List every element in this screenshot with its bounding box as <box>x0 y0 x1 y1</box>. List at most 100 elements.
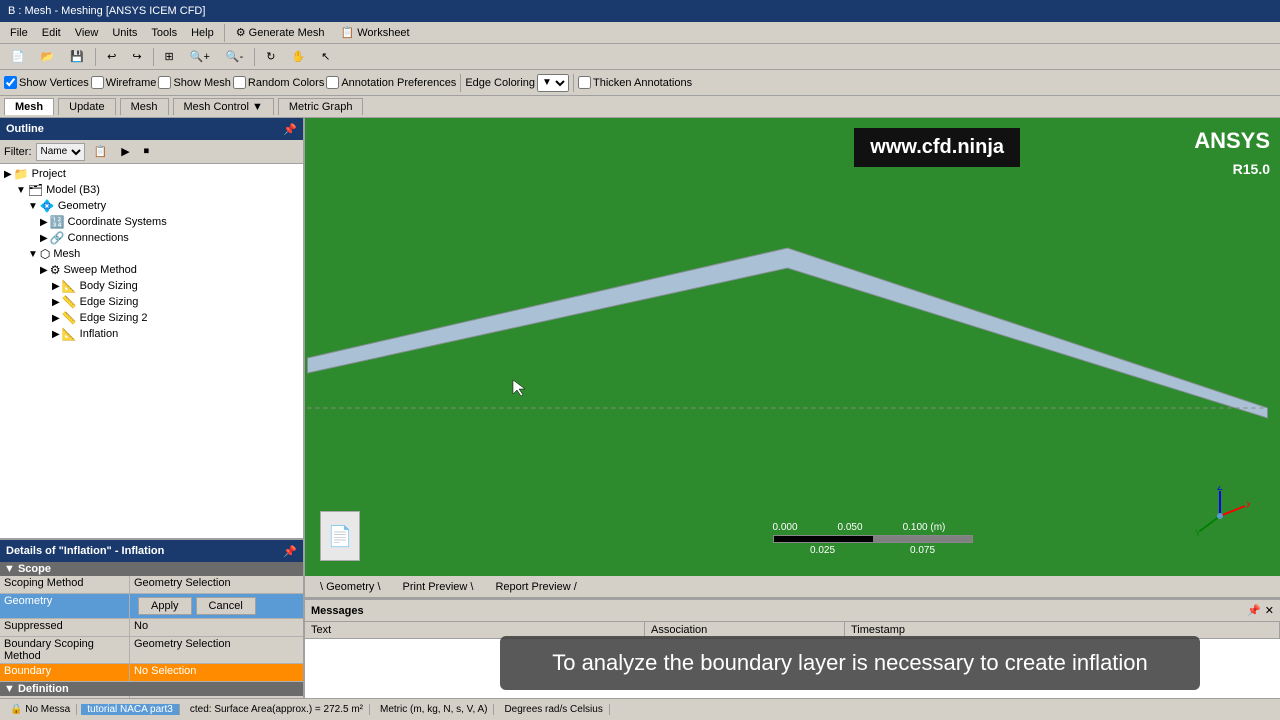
thicken-checkbox[interactable] <box>578 76 591 89</box>
scoping-method-row: Scoping Method Geometry Selection <box>0 576 303 594</box>
zoom-out-button[interactable]: 🔍- <box>219 47 250 66</box>
menu-help[interactable]: Help <box>185 25 220 41</box>
filter-btn2[interactable]: ▶ <box>116 143 134 160</box>
tab-mesh[interactable]: Mesh <box>4 98 54 115</box>
apply-button[interactable]: Apply <box>138 597 192 615</box>
sep3 <box>254 48 255 66</box>
scale-mid-1: 0.025 <box>810 545 835 556</box>
status-tutorial: tutorial NACA part3 <box>81 704 180 715</box>
save-button[interactable]: 💾 <box>63 47 91 66</box>
generate-mesh-button[interactable]: ⚙ Generate Mesh <box>229 23 332 42</box>
annotation-prefs-checkbox[interactable] <box>326 76 339 89</box>
body-sizing-icon: 📐 <box>62 279 77 293</box>
new-button[interactable]: 📄 <box>4 47 32 66</box>
scale-bar <box>773 535 973 543</box>
tree-item-body-sizing[interactable]: ▶ 📐 Body Sizing <box>0 278 303 294</box>
tree-item-coord[interactable]: ▶ 🔢 Coordinate Systems <box>0 214 303 230</box>
tree-item-connections[interactable]: ▶ 🔗 Connections <box>0 230 303 246</box>
filter-btn3[interactable]: ⏹ <box>139 143 155 160</box>
model-label: Model (B3) <box>46 184 100 196</box>
status-units: Degrees rad/s Celsius <box>498 704 609 715</box>
filter-select[interactable]: Name <box>36 143 85 161</box>
tree-item-mesh[interactable]: ▼ ⬡ Mesh <box>0 246 303 262</box>
status-no-message: 🔒 No Messa <box>4 704 77 715</box>
redo-button[interactable]: ↪ <box>125 47 148 66</box>
sep1 <box>95 48 96 66</box>
toolbar-row-1: 📄 📂 💾 ↩ ↪ ⊞ 🔍+ 🔍- ↻ ✋ ↖ <box>0 44 1280 70</box>
messages-pin[interactable]: 📌 <box>1247 604 1261 617</box>
boundary-label: Boundary <box>0 664 130 681</box>
filter-btn1[interactable]: 📋 <box>89 143 113 160</box>
geometry-expand-icon: ▼ <box>28 201 38 212</box>
scale-val-3: 0.100 (m) <box>903 522 946 533</box>
pan-button[interactable]: ✋ <box>284 47 312 66</box>
menu-view[interactable]: View <box>69 25 105 41</box>
sweep-method-icon: ⚙ <box>50 263 61 277</box>
boundary-row: Boundary No Selection <box>0 664 303 682</box>
title-bar: B : Mesh - Meshing [ANSYS ICEM CFD] <box>0 0 1280 22</box>
right-area: www.cfd.ninja ANSYSR15.0 0.000 0.050 <box>305 118 1280 698</box>
tab-mesh-control[interactable]: Mesh Control ▼ <box>173 98 274 115</box>
edge-coloring-select[interactable]: ▼ <box>537 74 569 92</box>
axis-indicator: X Y Z <box>1190 486 1250 546</box>
tab-metric-graph[interactable]: Metric Graph <box>278 98 364 115</box>
show-mesh-checkbox[interactable] <box>158 76 171 89</box>
tree-item-inflation[interactable]: ▶ 📐 Inflation <box>0 326 303 342</box>
tree-item-model[interactable]: ▼ 🗂 Model (B3) <box>0 182 303 198</box>
mesh-expand-icon: ▼ <box>28 249 38 260</box>
zoom-in-button[interactable]: 🔍+ <box>183 47 217 66</box>
boundary-scoping-value: Geometry Selection <box>130 637 303 663</box>
sep4 <box>460 74 461 92</box>
open-button[interactable]: 📂 <box>34 47 62 66</box>
rotate-button[interactable]: ↻ <box>259 47 282 66</box>
edge-sizing2-label: Edge Sizing 2 <box>80 312 148 324</box>
caption: To analyze the boundary layer is necessa… <box>500 636 1200 690</box>
cancel-button[interactable]: Cancel <box>196 597 256 615</box>
outline-header: Outline 📌 <box>0 118 303 140</box>
show-mesh-label: Show Mesh <box>173 77 230 89</box>
edge-coloring-label: Edge Coloring <box>465 77 535 89</box>
wireframe-checkbox[interactable] <box>91 76 104 89</box>
tree-item-sweep[interactable]: ▶ ⚙ Sweep Method <box>0 262 303 278</box>
suppressed-label: Suppressed <box>0 619 130 636</box>
x-axis-label: X <box>1246 500 1250 510</box>
project-expand-icon: ▶ <box>4 169 12 180</box>
show-vertices-checkbox[interactable] <box>4 76 17 89</box>
definition-section-header: ▼ Definition <box>0 682 303 696</box>
details-header: Details of "Inflation" - Inflation 📌 <box>0 540 303 562</box>
menu-edit[interactable]: Edit <box>36 25 67 41</box>
tree-item-project[interactable]: ▶ 📁 Project <box>0 166 303 182</box>
messages-close[interactable]: ✕ <box>1265 604 1274 617</box>
outline-tree: ▶ 📁 Project ▼ 🗂 Model (B3) ▼ 💠 Geometry <box>0 164 303 538</box>
model-icon: 🗂 <box>28 183 43 197</box>
outline-pin[interactable]: 📌 <box>283 123 297 136</box>
inflation-option-label: Inflation Option <box>0 696 130 698</box>
tab-mesh-ctrl[interactable]: Mesh <box>120 98 169 115</box>
select-button[interactable]: ↖ <box>314 47 337 66</box>
viewport[interactable]: www.cfd.ninja ANSYSR15.0 0.000 0.050 <box>305 118 1280 576</box>
airfoil-shape <box>308 248 1268 418</box>
tree-item-geometry[interactable]: ▼ 💠 Geometry <box>0 198 303 214</box>
zoom-fit-button[interactable]: ⊞ <box>158 47 181 66</box>
messages-controls: 📌 ✕ <box>1247 604 1274 617</box>
random-colors-label: Random Colors <box>248 77 324 89</box>
menu-tools[interactable]: Tools <box>145 25 183 41</box>
tree-item-edge-sizing[interactable]: ▶ 📏 Edge Sizing <box>0 294 303 310</box>
title-text: B : Mesh - Meshing [ANSYS ICEM CFD] <box>8 5 205 17</box>
random-colors-checkbox[interactable] <box>233 76 246 89</box>
worksheet-button[interactable]: 📋 Worksheet <box>333 23 416 42</box>
vtab-report[interactable]: Report Preview / <box>484 578 587 596</box>
ansys-logo: ANSYSR15.0 <box>1194 128 1270 181</box>
airfoil-svg <box>305 218 1280 498</box>
vtab-print[interactable]: Print Preview \ <box>392 578 485 596</box>
axis-svg: X Y Z <box>1190 486 1250 546</box>
details-pin[interactable]: 📌 <box>283 545 297 558</box>
tree-item-edge-sizing2[interactable]: ▶ 📏 Edge Sizing 2 <box>0 310 303 326</box>
scale-bar-container: 0.000 0.050 0.100 (m) 0.025 0.075 <box>773 522 973 556</box>
menu-file[interactable]: File <box>4 25 34 41</box>
menu-units[interactable]: Units <box>106 25 143 41</box>
geometry-row-label: Geometry <box>0 594 130 618</box>
tab-update[interactable]: Update <box>58 98 115 115</box>
vtab-geometry[interactable]: \ Geometry \ <box>309 578 392 596</box>
undo-button[interactable]: ↩ <box>100 47 123 66</box>
